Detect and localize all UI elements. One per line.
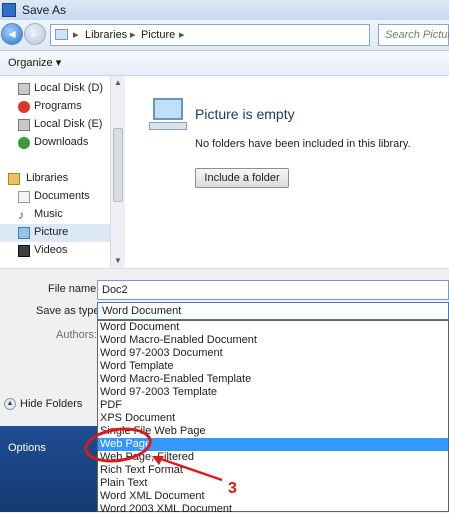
nav-item-label: Music xyxy=(34,208,63,220)
toolbar: Organize ▾ xyxy=(0,51,449,76)
search-placeholder: Search Picture xyxy=(385,29,449,41)
option-word-macro-enabled-template[interactable]: Word Macro-Enabled Template xyxy=(98,373,448,386)
title-bar: Save As xyxy=(0,0,449,21)
search-box[interactable]: Search Picture xyxy=(378,24,449,46)
drive-icon xyxy=(18,83,30,95)
nav-item-documents[interactable]: Documents xyxy=(0,188,110,206)
forward-button[interactable]: ► xyxy=(24,23,46,45)
navigation-bar: ◄ ► ▸ Libraries ▸ Picture ▸ Search Pictu… xyxy=(0,20,449,51)
address-bar[interactable]: ▸ Libraries ▸ Picture ▸ xyxy=(50,24,370,46)
annotation-number: 3 xyxy=(228,480,237,497)
back-button[interactable]: ◄ xyxy=(1,23,23,45)
scroll-up-arrow-icon[interactable]: ▲ xyxy=(113,78,123,87)
nav-item-local-disk-d[interactable]: Local Disk (D) xyxy=(0,80,110,98)
nav-item-videos[interactable]: Videos xyxy=(0,242,110,260)
scrollbar-thumb[interactable] xyxy=(113,128,123,202)
nav-item-label: Documents xyxy=(34,190,90,202)
navigation-pane: Local Disk (D) Programs Local Disk (E) D… xyxy=(0,76,110,268)
window-icon xyxy=(2,3,16,17)
navigation-scrollbar[interactable]: ▲ ▼ xyxy=(110,76,125,268)
option-word-97-2003-document[interactable]: Word 97-2003 Document xyxy=(98,347,448,360)
nav-item-downloads[interactable]: Downloads xyxy=(0,134,110,152)
include-folder-button[interactable]: Include a folder xyxy=(195,168,289,188)
nav-item-label: Libraries xyxy=(26,172,69,184)
options-panel: Options xyxy=(0,426,97,512)
option-word-template[interactable]: Word Template xyxy=(98,360,448,373)
music-icon: ♪ xyxy=(18,208,24,222)
nav-item-label: Videos xyxy=(34,244,68,256)
options-button[interactable]: Options xyxy=(8,442,46,454)
annotation-arrow xyxy=(152,456,223,482)
programs-icon xyxy=(18,101,30,113)
folder-icon xyxy=(55,29,68,40)
nav-item-music[interactable]: ♪ Music xyxy=(0,206,110,224)
hide-folders-label: Hide Folders xyxy=(20,398,83,410)
picture-icon xyxy=(18,227,30,239)
save-as-type-select[interactable]: Word Document xyxy=(97,302,449,320)
videos-icon xyxy=(18,245,30,257)
nav-item-programs[interactable]: Programs xyxy=(0,98,110,116)
chevron-right-icon: ▸ xyxy=(130,29,136,41)
empty-library-description: No folders have been included in this li… xyxy=(195,138,411,150)
content-pane: Picture is empty No folders have been in… xyxy=(125,76,449,268)
nav-item-local-disk-e[interactable]: Local Disk (E) xyxy=(0,116,110,134)
nav-item-picture[interactable]: Picture xyxy=(0,224,110,242)
window-title: Save As xyxy=(22,3,67,17)
nav-item-libraries[interactable]: Libraries xyxy=(0,170,110,188)
drive-icon xyxy=(18,119,30,131)
option-word-document[interactable]: Word Document xyxy=(98,321,448,334)
option-word-2003-xml-document[interactable]: Word 2003 XML Document xyxy=(98,503,448,516)
chevron-right-icon: ▸ xyxy=(73,29,79,41)
option-word-macro-enabled-document[interactable]: Word Macro-Enabled Document xyxy=(98,334,448,347)
nav-item-label: Local Disk (D) xyxy=(34,82,104,94)
chevron-right-icon: ▸ xyxy=(179,29,185,41)
breadcrumb-picture[interactable]: Picture xyxy=(141,29,175,41)
option-pdf[interactable]: PDF xyxy=(98,399,448,412)
documents-icon xyxy=(18,191,30,203)
option-word-97-2003-template[interactable]: Word 97-2003 Template xyxy=(98,386,448,399)
file-name-label: File name: xyxy=(48,283,100,295)
nav-item-label: Picture xyxy=(34,226,69,238)
nav-item-label: Local Disk (E) xyxy=(34,118,103,130)
chevron-up-icon: ▲ xyxy=(4,398,16,410)
nav-item-label: Programs xyxy=(34,100,82,112)
option-xps-document[interactable]: XPS Document xyxy=(98,412,448,425)
libraries-icon xyxy=(8,173,20,185)
scroll-down-arrow-icon[interactable]: ▼ xyxy=(113,256,123,265)
empty-library-title: Picture is empty xyxy=(195,106,295,122)
breadcrumb-libraries[interactable]: Libraries xyxy=(85,29,127,41)
organize-menu[interactable]: Organize ▾ xyxy=(8,56,61,69)
file-name-field[interactable]: Doc2 xyxy=(97,280,449,300)
downloads-icon xyxy=(18,137,30,149)
authors-label: Authors: xyxy=(56,329,97,341)
save-as-type-label: Save as type: xyxy=(36,305,103,317)
nav-item-label: Downloads xyxy=(34,136,89,148)
computer-icon xyxy=(147,98,187,132)
